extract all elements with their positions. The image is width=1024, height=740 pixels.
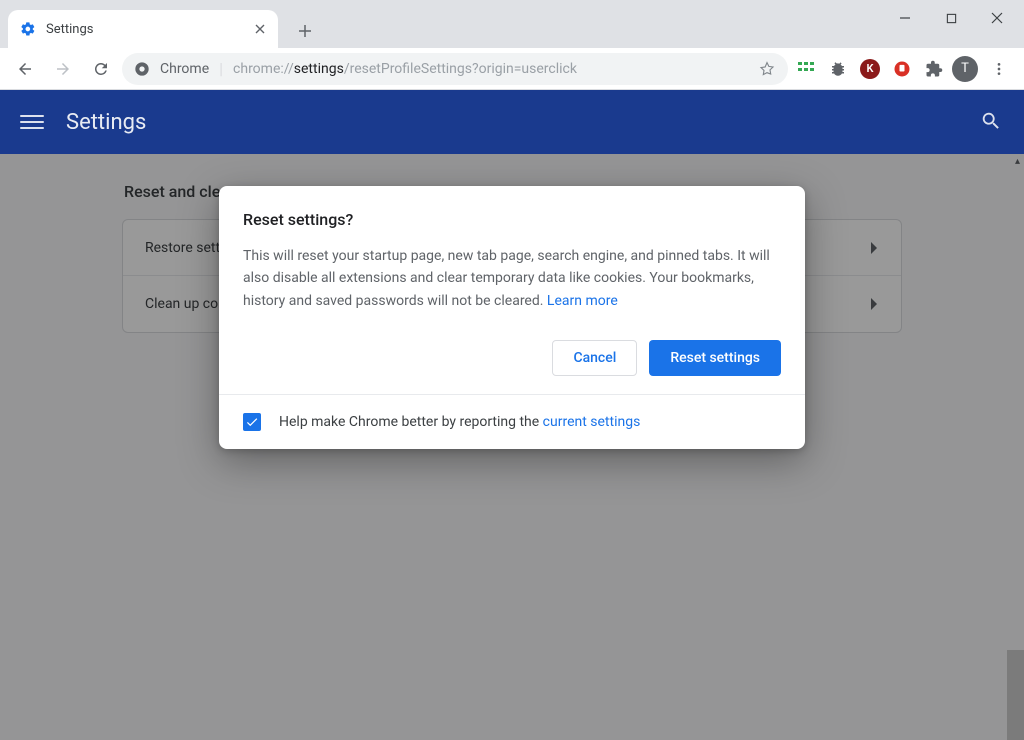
dialog-footer-text: Help make Chrome better by reporting the… [279,414,640,430]
window-maximize-button[interactable] [928,2,974,34]
report-settings-checkbox[interactable] [243,413,261,431]
url-chip: Chrome [160,61,209,77]
menu-icon[interactable] [20,110,44,134]
reload-button[interactable] [84,52,118,86]
settings-header-title: Settings [66,110,146,135]
extension-icon-shield[interactable] [888,55,916,83]
dialog-body-text: This will reset your startup page, new t… [243,245,781,312]
cancel-button[interactable]: Cancel [552,340,637,376]
settings-content-area: ▴ Reset and clean up Restore settings to… [0,154,1024,740]
window-titlebar: Settings [0,0,1024,48]
browser-toolbar: Chrome | chrome://settings/resetProfileS… [0,48,1024,90]
browser-tab[interactable]: Settings [8,10,278,48]
avatar-initial: T [961,61,969,76]
reset-settings-button[interactable]: Reset settings [649,340,781,376]
new-tab-button[interactable] [288,14,322,48]
extensions-puzzle-icon[interactable] [920,55,948,83]
tab-title: Settings [46,22,252,37]
profile-avatar[interactable]: T [952,56,978,82]
address-bar[interactable]: Chrome | chrome://settings/resetProfileS… [122,53,788,85]
forward-button[interactable] [46,52,80,86]
cancel-button-label: Cancel [573,350,616,366]
bookmark-star-icon[interactable] [758,60,776,78]
back-button[interactable] [8,52,42,86]
url-text: chrome://settings/resetProfileSettings?o… [233,61,748,77]
tab-close-button[interactable] [252,21,268,37]
dialog-title: Reset settings? [243,210,781,229]
gear-icon [20,21,36,37]
current-settings-link[interactable]: current settings [543,414,641,430]
window-controls [882,0,1024,34]
window-minimize-button[interactable] [882,2,928,34]
reset-button-label: Reset settings [670,350,760,366]
settings-header: Settings [0,90,1024,154]
learn-more-link[interactable]: Learn more [547,293,618,309]
extension-icon-k[interactable]: K [856,55,884,83]
search-icon[interactable] [980,110,1004,134]
reset-settings-dialog: Reset settings? This will reset your sta… [219,186,805,449]
window-close-button[interactable] [974,2,1020,34]
browser-menu-button[interactable] [982,52,1016,86]
extension-icon-bug[interactable] [824,55,852,83]
chrome-icon [134,61,150,77]
url-separator: | [219,59,223,78]
extension-icon-grid[interactable] [792,55,820,83]
